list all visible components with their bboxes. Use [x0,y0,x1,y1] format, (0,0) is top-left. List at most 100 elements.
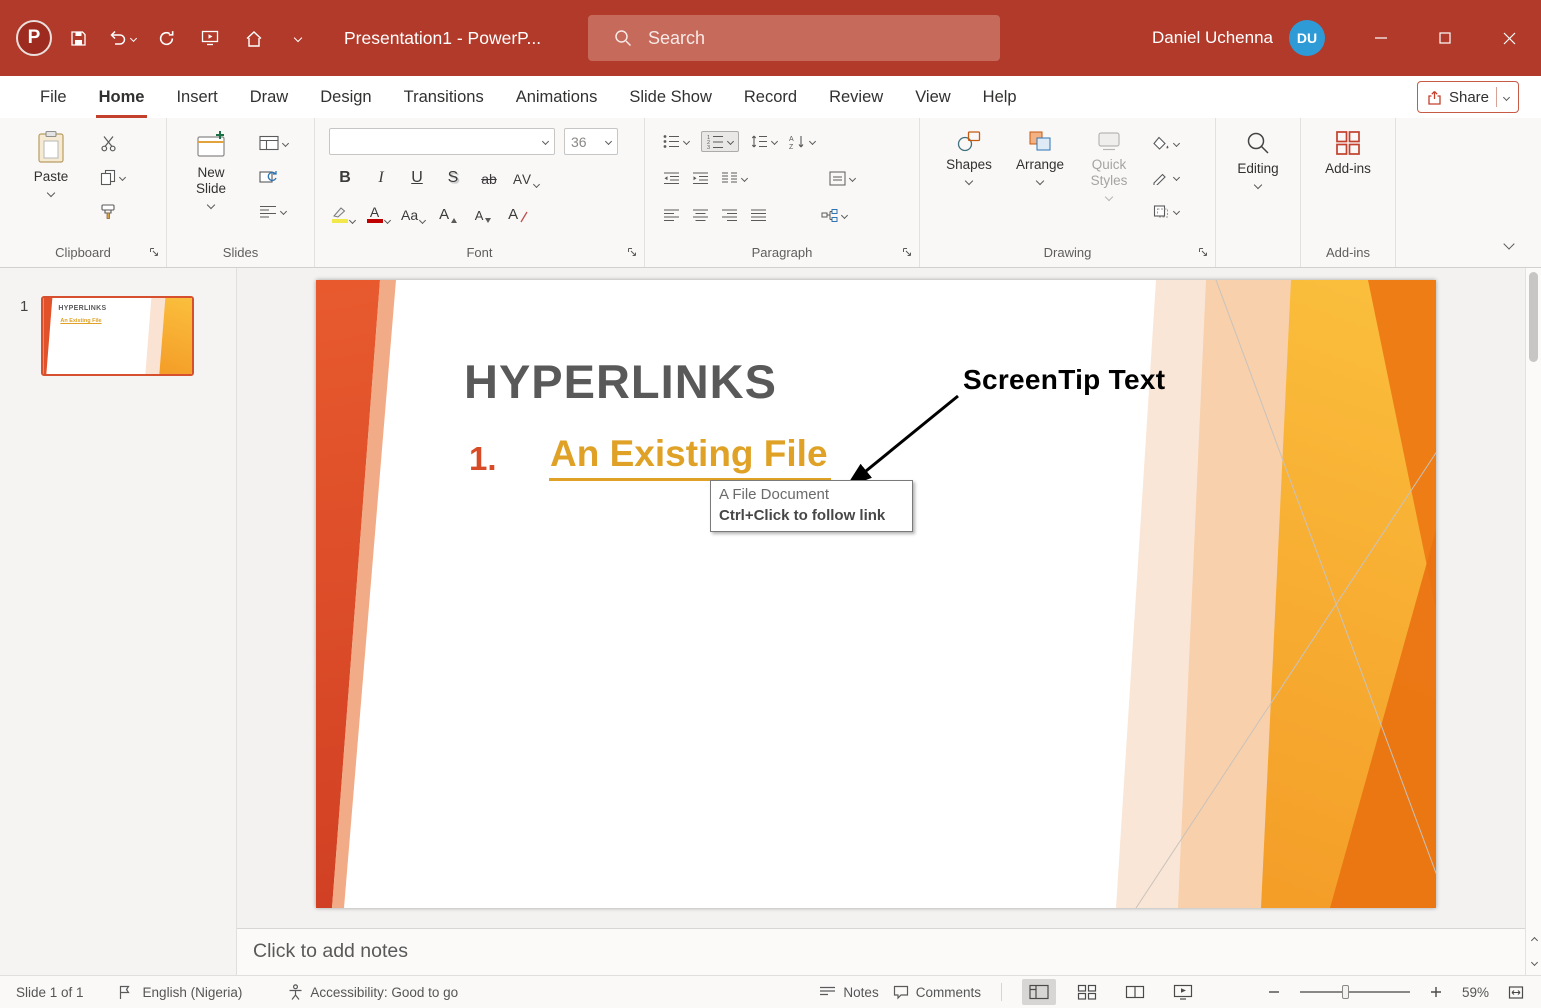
zoom-out-button[interactable] [1262,979,1286,1005]
tab-home[interactable]: Home [83,76,161,118]
share-button[interactable]: Share [1417,81,1519,113]
font-size-combo[interactable]: 36 [564,128,618,155]
underline-button[interactable]: U [405,165,429,189]
new-slide-button[interactable]: New Slide [181,124,241,208]
text-direction-button[interactable]: AZ [789,130,815,152]
align-right-button[interactable] [721,204,738,226]
scroll-down-button[interactable] [1526,951,1541,973]
italic-button[interactable]: I [369,165,393,189]
zoom-slider-thumb[interactable] [1342,985,1349,999]
zoom-in-button[interactable] [1424,979,1448,1005]
zoom-percentage-label: 59% [1462,985,1489,1000]
bold-button[interactable]: B [333,165,357,189]
comments-toggle-button[interactable]: Comments [893,985,981,1000]
decrease-indent-button[interactable] [663,167,680,189]
clipboard-dialog-launcher[interactable] [147,245,161,259]
notes-pane[interactable]: Click to add notes [237,928,1525,975]
text-shadow-button[interactable]: S [441,165,465,189]
character-spacing-button[interactable]: AV [513,165,539,189]
bullets-button[interactable] [663,130,689,152]
increase-font-size-button[interactable]: A [436,201,460,225]
notes-toggle-button[interactable]: Notes [819,985,878,1000]
arrange-button[interactable]: Arrange [1008,124,1072,184]
highlight-color-button[interactable] [331,201,355,225]
line-spacing-button[interactable] [751,130,777,152]
font-color-button[interactable]: A [366,201,390,225]
editing-button[interactable]: Editing [1228,124,1288,188]
increase-indent-button[interactable] [692,167,709,189]
font-dialog-launcher[interactable] [625,245,639,259]
collapse-ribbon-button[interactable] [1505,235,1513,253]
close-button[interactable] [1477,0,1541,76]
slide-1-thumbnail[interactable]: HYPERLINKS An Existing File [41,296,194,376]
shape-effects-button[interactable] [1152,200,1179,222]
tab-animations[interactable]: Animations [500,76,614,118]
language-button[interactable]: English (Nigeria) [143,985,243,1000]
redo-button[interactable] [148,18,184,58]
normal-view-button[interactable] [1022,979,1056,1005]
minimize-button[interactable] [1349,0,1413,76]
quick-styles-button[interactable]: Quick Styles [1080,124,1138,200]
slide-indicator[interactable]: Slide 1 of 1 [16,985,84,1000]
chevron-down-icon [419,217,426,224]
slide-sorter-view-button[interactable] [1070,979,1104,1005]
format-painter-button[interactable] [100,200,125,222]
align-text-button[interactable] [829,167,855,189]
decrease-font-size-button[interactable]: A [471,201,495,225]
search-box[interactable]: Search [588,15,1000,61]
accessibility-button[interactable]: Accessibility: Good to go [288,984,458,1000]
user-avatar[interactable]: DU [1289,20,1325,56]
scrollbar-thumb[interactable] [1529,272,1538,362]
font-name-combo[interactable] [329,128,555,155]
tab-file[interactable]: File [24,76,83,118]
copy-button[interactable] [100,166,125,188]
numbering-button[interactable]: 123 [701,131,739,152]
change-case-button[interactable]: Aa [401,201,425,225]
convert-smartart-button[interactable] [821,204,847,226]
justify-button[interactable] [750,204,767,226]
shape-outline-button[interactable] [1152,166,1179,188]
align-center-button[interactable] [692,204,709,226]
tab-insert[interactable]: Insert [160,76,233,118]
reading-view-button[interactable] [1118,979,1152,1005]
save-button[interactable] [60,18,96,58]
paste-button[interactable]: Paste [22,124,80,196]
undo-button[interactable] [104,18,140,58]
slide-title-text[interactable]: HYPERLINKS [464,354,777,409]
fit-to-window-button[interactable] [1503,979,1529,1005]
start-slideshow-button[interactable] [192,18,228,58]
tab-slide-show[interactable]: Slide Show [613,76,728,118]
section-button[interactable] [259,200,288,222]
screentip-label-textbox[interactable]: ScreenTip Text [963,364,1165,396]
addins-button[interactable]: Add-ins [1317,124,1379,177]
align-left-button[interactable] [663,204,680,226]
reset-slide-button[interactable] [259,166,288,188]
tab-review[interactable]: Review [813,76,899,118]
shape-fill-button[interactable] [1152,132,1179,154]
maximize-button[interactable] [1413,0,1477,76]
tab-help[interactable]: Help [967,76,1033,118]
strikethrough-button[interactable]: ab [477,165,501,189]
hyperlink-text[interactable]: An Existing File [549,433,831,481]
slide[interactable]: HYPERLINKS 1. An Existing File ScreenTip… [316,280,1436,908]
slide-layout-button[interactable] [259,132,288,154]
zoom-slider[interactable] [1300,979,1410,1005]
spell-check-button[interactable] [118,985,131,1000]
tab-draw[interactable]: Draw [234,76,305,118]
tab-view[interactable]: View [899,76,966,118]
shapes-button[interactable]: Shapes [938,124,1000,184]
slideshow-view-button[interactable] [1166,979,1200,1005]
columns-button[interactable] [721,167,747,189]
zoom-percentage-button[interactable]: 59% [1462,985,1489,1000]
clear-formatting-button[interactable]: A [506,201,530,225]
home-button[interactable] [236,18,272,58]
drawing-dialog-launcher[interactable] [1196,245,1210,259]
tab-design[interactable]: Design [304,76,387,118]
cut-button[interactable] [100,132,125,154]
tab-transitions[interactable]: Transitions [388,76,500,118]
quick-access-toolbar-menu[interactable] [280,18,316,58]
scroll-up-button[interactable] [1526,929,1541,951]
tab-record[interactable]: Record [728,76,813,118]
new-slide-icon [196,130,226,160]
paragraph-dialog-launcher[interactable] [900,245,914,259]
